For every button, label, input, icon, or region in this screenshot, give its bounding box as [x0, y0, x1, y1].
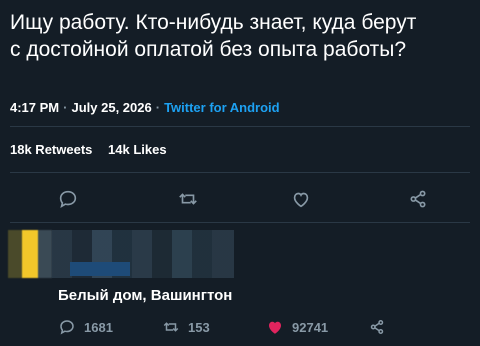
tweet-date: July 25, 2026 — [71, 100, 152, 115]
reply-location: Белый дом, Вашингтон — [58, 287, 233, 304]
tweet-source-link[interactable]: Twitter for Android — [164, 100, 280, 115]
reply-count: 1681 — [84, 319, 113, 335]
retweets-count[interactable]: 18k Retweets — [10, 142, 92, 157]
divider — [10, 222, 470, 223]
divider — [10, 126, 470, 127]
tweet-text-line-1: Ищу работу. Кто-нибудь знает, куда берут — [10, 11, 417, 34]
tweet-meta: 4:17 PM · July 25, 2026 · Twitter for Androi… — [10, 100, 280, 115]
heart-icon — [269, 321, 281, 334]
avatar[interactable] — [8, 230, 52, 278]
reply-like-button[interactable]: 92741 — [266, 318, 328, 336]
retweet-count: 153 — [188, 319, 210, 335]
reply-icon[interactable] — [55, 186, 81, 212]
share-icon — [370, 320, 384, 334]
tweet-text: Ищу работу. Кто-нибудь знает, куда берут… — [10, 9, 470, 63]
share-icon[interactable] — [405, 186, 431, 212]
reply-share-button[interactable] — [368, 318, 386, 336]
reply-actions: 1681 153 92741 — [0, 318, 480, 340]
meta-separator: · — [63, 100, 68, 115]
reply-reply-button[interactable]: 1681 — [58, 318, 113, 336]
retweet-icon[interactable] — [175, 186, 201, 212]
reply-icon — [60, 320, 74, 335]
tweet-stats: 18k Retweets 14k Likes — [10, 142, 179, 157]
blurred-handle — [70, 262, 130, 276]
retweet-icon — [163, 322, 179, 332]
meta-separator: · — [155, 100, 161, 115]
reply-retweet-button[interactable]: 153 — [162, 318, 210, 336]
divider — [10, 172, 470, 173]
tweet-actions — [0, 186, 480, 212]
like-count: 92741 — [292, 319, 329, 335]
tweet-time: 4:17 PM — [10, 100, 60, 115]
like-icon[interactable] — [288, 186, 314, 212]
tweet-text-line-2: с достойной оплатой без опыта работы? — [10, 38, 407, 61]
likes-count[interactable]: 14k Likes — [108, 142, 167, 157]
